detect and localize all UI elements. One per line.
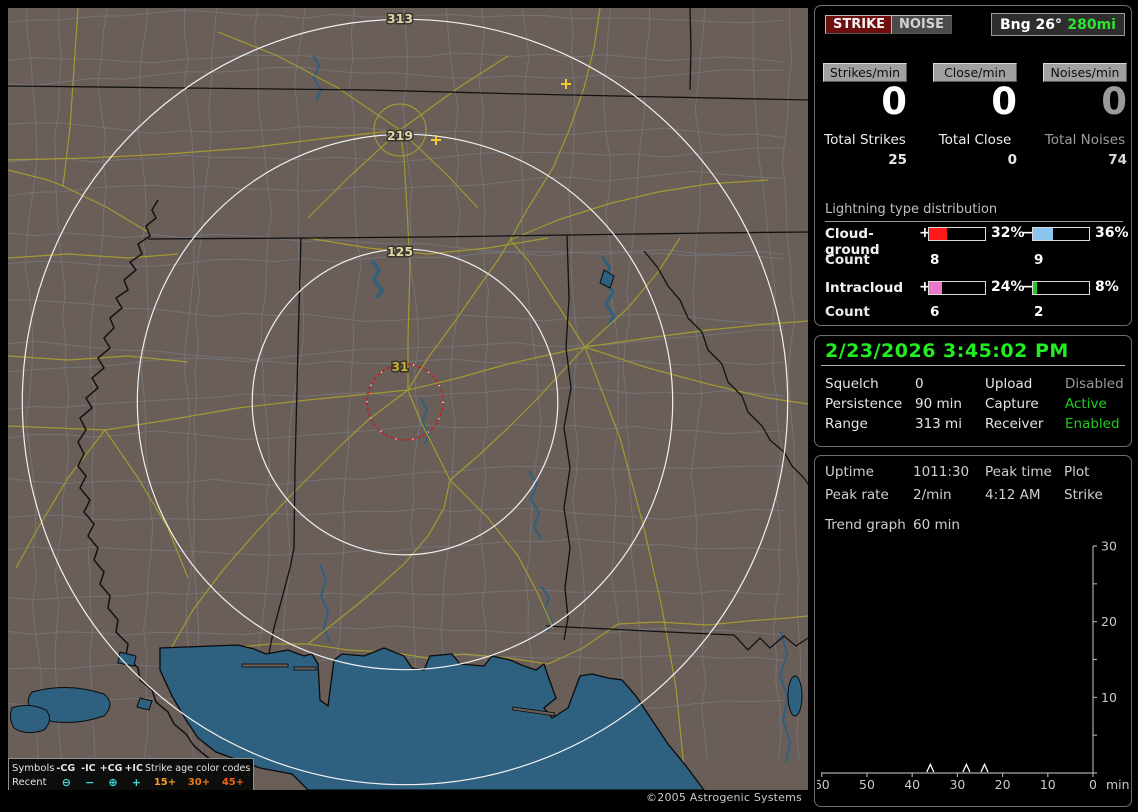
ic-plus-bar [928, 281, 986, 295]
cg-minus-pct: 36% [1095, 225, 1129, 241]
cg-minus-count: 9 [1034, 252, 1044, 268]
total-noises-value: 74 [1108, 152, 1127, 168]
datetime-display: 2/23/2026 3:45:02 PM [825, 340, 1069, 362]
distance-value: 280mi [1067, 16, 1116, 33]
uptime-value: 1011:30 [913, 464, 970, 480]
ic-minus-count: 2 [1034, 304, 1044, 320]
svg-text:0: 0 [1089, 777, 1097, 792]
cg-minus-bar [1032, 227, 1090, 241]
squelch-label: Squelch [825, 376, 879, 392]
total-close-value: 0 [1007, 152, 1017, 168]
counters-panel: STRIKE NOISE Bng 26° 280mi Strikes/min 0… [814, 5, 1132, 326]
svg-text:40: 40 [904, 777, 920, 792]
lightning-map[interactable]: 313 219 125 31 [8, 8, 808, 790]
total-strikes-label: Total Strikes [824, 132, 906, 148]
age-15: 15+ [153, 776, 177, 788]
ring-label-125: 125 [387, 244, 413, 259]
total-close-label: Total Close [938, 132, 1012, 148]
bearing-readout: Bng 26° 280mi [991, 13, 1125, 36]
count-label: Count [825, 304, 870, 320]
total-strikes-value: 25 [888, 152, 907, 168]
legend-symbols-label: Symbols [12, 762, 55, 774]
trend-panel: Uptime 1011:30 Peak time Plot Peak rate … [814, 455, 1132, 807]
legend-header: Symbols -CG -IC +CG +IC Strike age color… [12, 761, 250, 775]
pos-cg-recent-icon: ⊕ [108, 775, 118, 789]
svg-text:10: 10 [1040, 777, 1056, 792]
legend-col-pos-ic: +IC [124, 762, 143, 774]
peak-rate-label: Peak rate [825, 487, 889, 503]
ic-minus-pct: 8% [1095, 279, 1119, 295]
range-label: Range [825, 416, 868, 432]
map-bottom-bar: ©2005 Astrogenic Systems [8, 790, 808, 805]
copyright-text: ©2005 Astrogenic Systems [646, 791, 802, 804]
legend-col-neg-cg: -CG [56, 762, 76, 774]
cg-plus-bar [928, 227, 986, 241]
stormvue-app: 313 219 125 31 Symbols -CG -IC +CG +IC S… [0, 0, 1138, 812]
map-panel: 313 219 125 31 Symbols -CG -IC +CG +IC S… [8, 8, 808, 805]
uptime-label: Uptime [825, 464, 874, 480]
svg-text:30: 30 [949, 777, 965, 792]
total-noises-label: Total Noises [1044, 132, 1126, 148]
range-value: 313 mi [915, 416, 962, 432]
pos-ic-recent-icon: + [131, 775, 141, 789]
trend-window-value: 60 min [913, 517, 960, 533]
age-30: 30+ [187, 776, 211, 788]
neg-cg-recent-icon: ⊖ [61, 775, 72, 789]
ic-plus-count: 6 [930, 304, 940, 320]
strike-button[interactable]: STRIKE [825, 15, 894, 34]
capture-status: Active [1065, 396, 1107, 412]
svg-text:50: 50 [859, 777, 875, 792]
receiver-status: Enabled [1065, 416, 1120, 432]
ic-minus-bar [1032, 281, 1090, 295]
svg-text:20: 20 [995, 777, 1011, 792]
capture-label: Capture [985, 396, 1039, 412]
ring-label-31: 31 [392, 360, 409, 374]
trend-graph-label: Trend graph [825, 517, 906, 533]
svg-text:20: 20 [1101, 614, 1117, 629]
close-rate-value: 0 [991, 80, 1017, 123]
legend-col-neg-ic: -IC [81, 762, 96, 774]
age-45: 45+ [221, 776, 245, 788]
legend-age-title: Strike age color codes [144, 762, 251, 774]
receiver-label: Receiver [985, 416, 1044, 432]
upload-label: Upload [985, 376, 1033, 392]
squelch-value: 0 [915, 376, 924, 392]
noise-button[interactable]: NOISE [891, 15, 953, 34]
plot-label: Plot [1064, 464, 1090, 480]
trend-graph: 60 50 40 30 20 10 0 min 10 20 30 [817, 539, 1130, 793]
neg-ic-recent-icon: − [85, 775, 95, 789]
svg-text:30: 30 [1101, 539, 1117, 554]
svg-text:10: 10 [1101, 690, 1117, 705]
legend-recent-label: Recent [12, 776, 47, 788]
legend-row-recent: Recent ⊖ − ⊕ + 15+ 30+ 45+ [12, 775, 250, 789]
svg-text:60: 60 [817, 777, 830, 792]
strikes-rate-value: 0 [881, 80, 907, 123]
distribution-title: Lightning type distribution [825, 202, 1123, 222]
count-label: Count [825, 252, 870, 268]
peak-time-label: Peak time [985, 464, 1052, 480]
status-panel: 2/23/2026 3:45:02 PM Squelch 0 Upload Di… [814, 335, 1132, 447]
legend-col-pos-cg: +CG [99, 762, 123, 774]
peak-time-value: 4:12 AM [985, 487, 1041, 503]
intracloud-label: Intracloud [825, 280, 904, 296]
plot-mode-value: Strike [1064, 487, 1103, 503]
ring-label-313: 313 [387, 11, 413, 26]
cg-plus-count: 8 [930, 252, 940, 268]
peak-rate-value: 2/min [913, 487, 952, 503]
persistence-label: Persistence [825, 396, 903, 412]
divider [821, 365, 1125, 366]
upload-status: Disabled [1065, 376, 1124, 392]
noises-rate-value: 0 [1101, 80, 1127, 123]
persistence-value: 90 min [915, 396, 962, 412]
bearing-value: Bng 26° [1000, 16, 1063, 33]
ring-label-219: 219 [387, 128, 413, 143]
svg-text:min: min [1106, 777, 1130, 792]
